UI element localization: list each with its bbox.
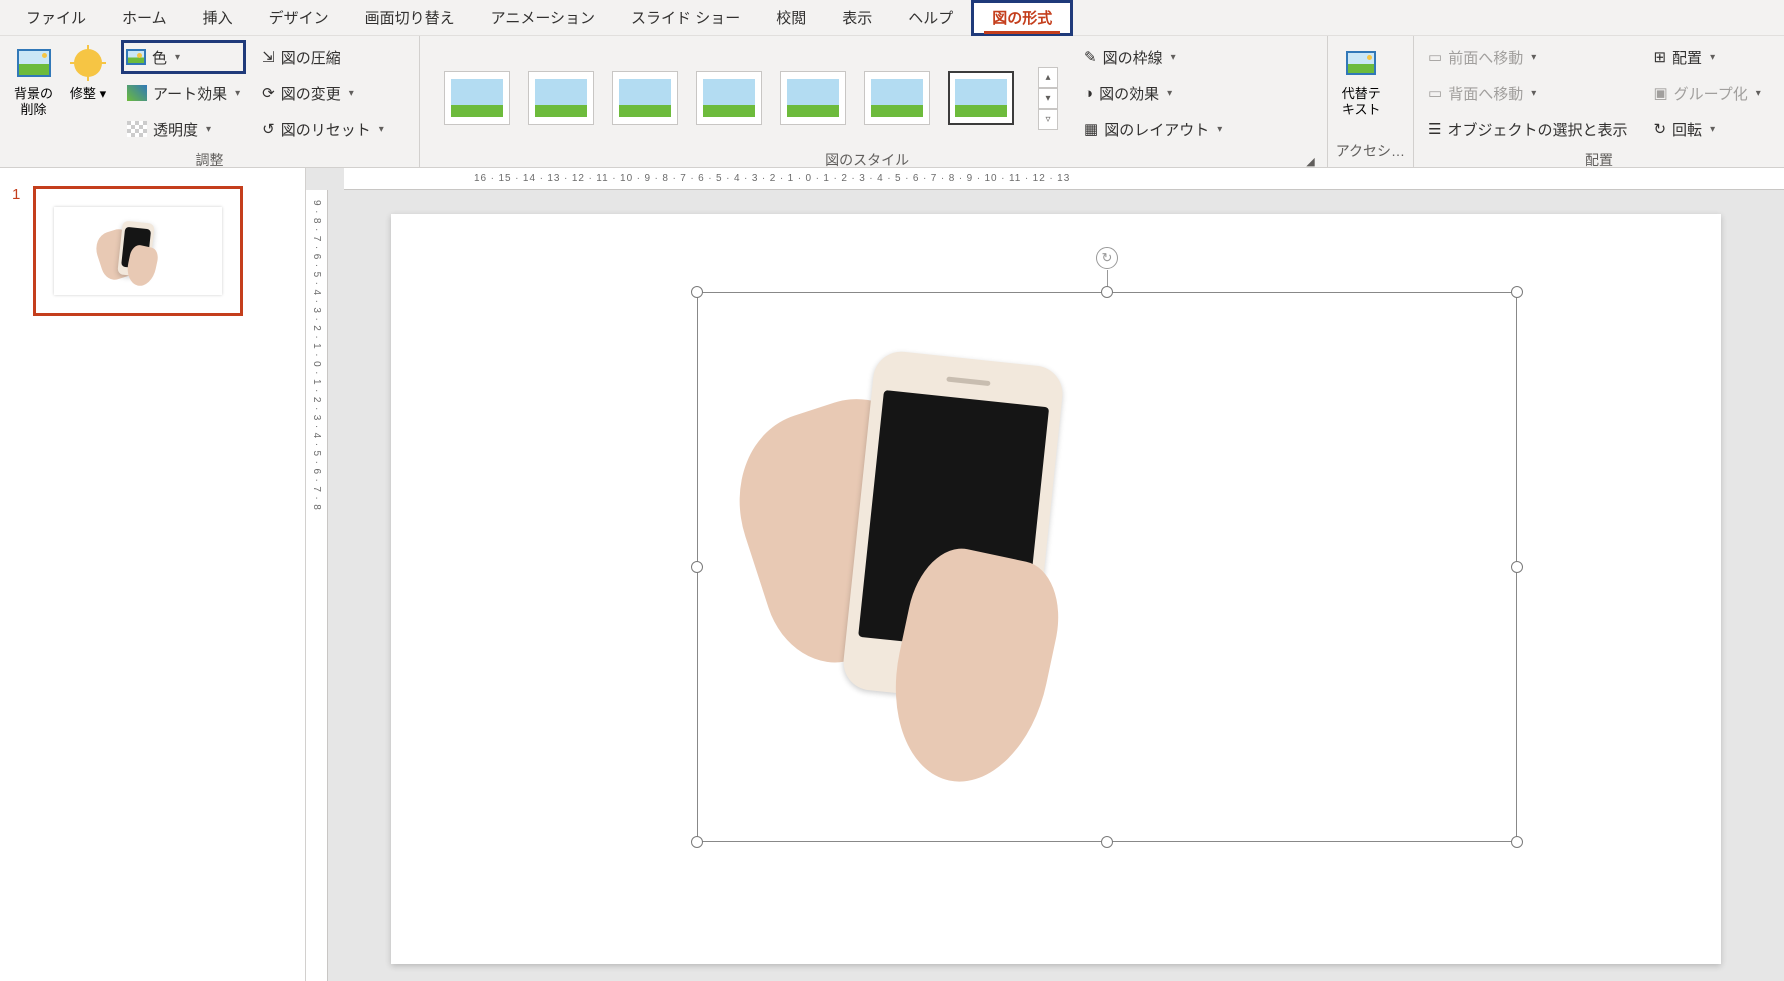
group-adjust: 背景の 削除 修整 ▾ 色▾ アート効果▾ 透明度▾ <box>0 36 420 167</box>
border-icon: ✎ <box>1084 48 1097 66</box>
picture-style-gallery: ▴ ▾ ▿ <box>428 57 1066 130</box>
workspace: 1 16 ∙ 15 ∙ 14 ∙ 13 ∙ 12 ∙ 11 ∙ 10 ∙ 9 ∙… <box>0 168 1784 981</box>
picture-effects-button[interactable]: ◑ 図の効果▾ <box>1078 76 1228 110</box>
color-icon <box>126 49 146 65</box>
tab-design[interactable]: デザイン <box>251 0 347 36</box>
style-option-3[interactable] <box>612 71 678 125</box>
resize-handle-n[interactable] <box>1101 286 1113 298</box>
tab-insert[interactable]: 挿入 <box>185 0 251 36</box>
slide-thumbnail-1[interactable] <box>33 186 243 316</box>
style-option-1[interactable] <box>444 71 510 125</box>
style-option-6[interactable] <box>864 71 930 125</box>
resize-handle-nw[interactable] <box>691 286 703 298</box>
tab-help[interactable]: ヘルプ <box>890 0 971 36</box>
send-backward-icon: ▭ <box>1428 84 1442 102</box>
tab-transitions[interactable]: 画面切り替え <box>347 0 473 36</box>
tab-review[interactable]: 校閲 <box>758 0 824 36</box>
send-backward-button[interactable]: ▭ 背面へ移動▾ <box>1422 76 1633 110</box>
transparency-button[interactable]: 透明度▾ <box>121 112 246 146</box>
rotate-handle[interactable]: ↻ <box>1096 247 1118 269</box>
selection-pane-icon: ☰ <box>1428 120 1441 138</box>
align-button[interactable]: ⊞ 配置▾ <box>1647 40 1766 74</box>
resize-handle-ne[interactable] <box>1511 286 1523 298</box>
reset-icon: ↺ <box>262 120 275 138</box>
selection-pane-button[interactable]: ☰ オブジェクトの選択と表示 <box>1422 112 1633 146</box>
compress-icon: ⇲ <box>262 48 275 66</box>
resize-handle-e[interactable] <box>1511 561 1523 573</box>
rotate-icon: ↻ <box>1653 120 1666 138</box>
vertical-ruler: 9 ∙ 8 ∙ 7 ∙ 6 ∙ 5 ∙ 4 ∙ 3 ∙ 2 ∙ 1 ∙ 0 ∙ … <box>306 190 328 981</box>
change-icon: ⟳ <box>262 84 275 102</box>
slide-thumbnails-panel: 1 <box>0 168 306 981</box>
resize-handle-se[interactable] <box>1511 836 1523 848</box>
color-button[interactable]: 色▾ <box>121 40 246 74</box>
gallery-more-button[interactable]: ▿ <box>1038 109 1058 130</box>
group-arrange: ▭ 前面へ移動▾ ▭ 背面へ移動▾ ☰ オブジェクトの選択と表示 ⊞ 配置▾ <box>1414 36 1784 167</box>
group-icon: ▣ <box>1653 84 1667 102</box>
tab-slideshow[interactable]: スライド ショー <box>613 0 758 36</box>
group-label-accessibility: アクセシ… <box>1336 137 1405 167</box>
alt-text-button[interactable]: 代替テ キスト <box>1336 40 1387 121</box>
bring-forward-button[interactable]: ▭ 前面へ移動▾ <box>1422 40 1633 74</box>
group-objects-button[interactable]: ▣ グループ化▾ <box>1647 76 1766 110</box>
align-icon: ⊞ <box>1653 48 1666 66</box>
artistic-effects-button[interactable]: アート効果▾ <box>121 76 246 110</box>
picture-border-button[interactable]: ✎ 図の枠線▾ <box>1078 40 1228 74</box>
picture-layout-button[interactable]: ▦ 図のレイアウト▾ <box>1078 112 1228 146</box>
tab-home[interactable]: ホーム <box>104 0 185 36</box>
style-option-2[interactable] <box>528 71 594 125</box>
gallery-up-button[interactable]: ▴ <box>1038 67 1058 88</box>
corrections-icon <box>69 44 107 82</box>
phone-image-content <box>748 353 1168 773</box>
group-accessibility: 代替テ キスト アクセシ… <box>1328 36 1414 167</box>
tab-animations[interactable]: アニメーション <box>473 0 613 36</box>
group-picture-styles: ▴ ▾ ▿ ✎ 図の枠線▾ ◑ 図の効果▾ ▦ 図のレイアウト▾ <box>420 36 1328 167</box>
styles-dialog-launcher[interactable]: ◢ <box>1306 155 1318 168</box>
corrections-button[interactable]: 修整 ▾ <box>63 40 113 106</box>
bring-forward-icon: ▭ <box>1428 48 1442 66</box>
gallery-scroll: ▴ ▾ ▿ <box>1038 67 1058 130</box>
transparency-icon <box>127 121 147 137</box>
ribbon-tabs: ファイル ホーム 挿入 デザイン 画面切り替え アニメーション スライド ショー… <box>0 0 1784 36</box>
style-option-5[interactable] <box>780 71 846 125</box>
remove-background-button[interactable]: 背景の 削除 <box>8 40 59 121</box>
style-option-4[interactable] <box>696 71 762 125</box>
resize-handle-w[interactable] <box>691 561 703 573</box>
alt-text-icon <box>1342 44 1380 82</box>
gallery-down-button[interactable]: ▾ <box>1038 88 1058 109</box>
effects-icon: ◑ <box>1084 85 1093 102</box>
horizontal-ruler: 16 ∙ 15 ∙ 14 ∙ 13 ∙ 12 ∙ 11 ∙ 10 ∙ 9 ∙ 8… <box>344 168 1784 190</box>
reset-picture-button[interactable]: ↺ 図のリセット▾ <box>256 112 390 146</box>
slide-number: 1 <box>12 186 20 203</box>
tab-file[interactable]: ファイル <box>8 0 104 36</box>
tab-picture-format[interactable]: 図の形式 <box>971 0 1073 36</box>
resize-handle-s[interactable] <box>1101 836 1113 848</box>
tab-view[interactable]: 表示 <box>824 0 890 36</box>
change-picture-button[interactable]: ⟳ 図の変更▾ <box>256 76 390 110</box>
resize-handle-sw[interactable] <box>691 836 703 848</box>
slide-canvas-area: 16 ∙ 15 ∙ 14 ∙ 13 ∙ 12 ∙ 11 ∙ 10 ∙ 9 ∙ 8… <box>306 168 1784 981</box>
layout-icon: ▦ <box>1084 120 1098 138</box>
compress-picture-button[interactable]: ⇲ 図の圧縮 <box>256 40 390 74</box>
remove-bg-icon <box>15 44 53 82</box>
rotate-button[interactable]: ↻ 回転▾ <box>1647 112 1766 146</box>
slide-canvas[interactable]: ↻ <box>391 214 1721 964</box>
artistic-icon <box>127 85 147 101</box>
selected-image[interactable]: ↻ <box>697 292 1517 842</box>
ribbon: 背景の 削除 修整 ▾ 色▾ アート効果▾ 透明度▾ <box>0 36 1784 168</box>
style-option-7[interactable] <box>948 71 1014 125</box>
